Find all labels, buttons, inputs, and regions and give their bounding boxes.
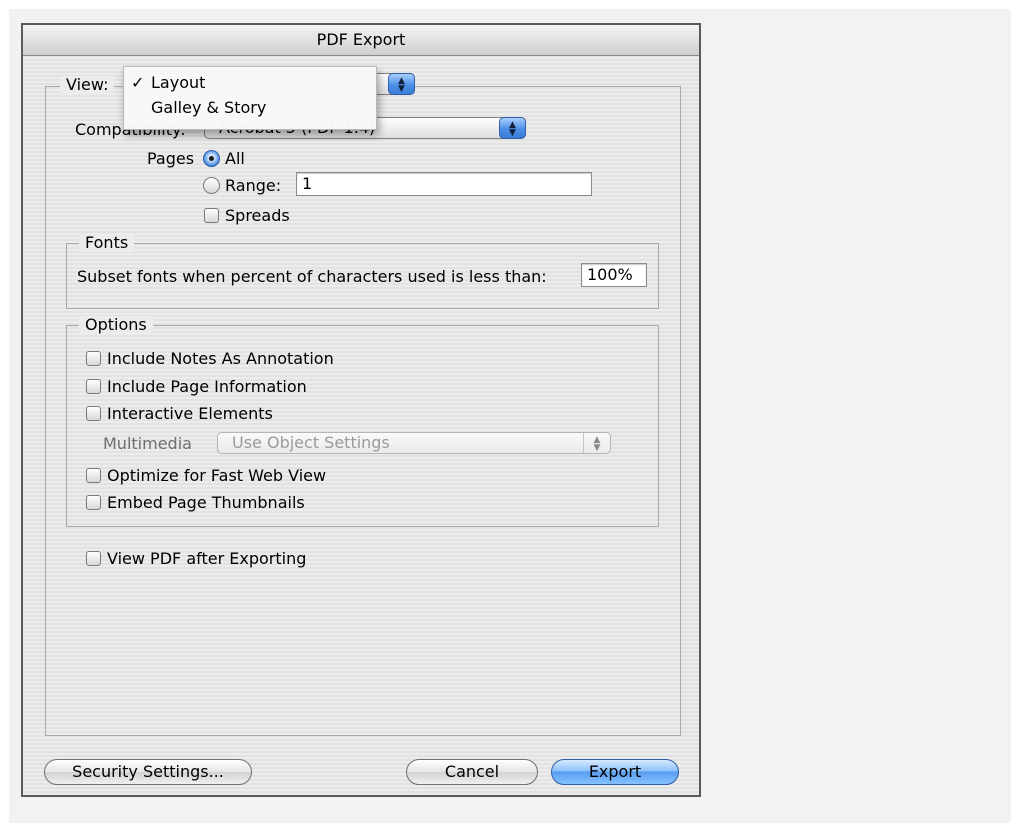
pdf-export-dialog: PDF Export View: ▲▼ Compatibility: Acrob…: [21, 23, 701, 797]
spreads-checkbox[interactable]: [204, 208, 219, 223]
subset-fonts-label: Subset fonts when percent of characters …: [77, 267, 547, 286]
pages-range-input[interactable]: 1: [296, 172, 592, 196]
compatibility-popup-arrows-icon: ▲ ▼: [499, 117, 526, 139]
menu-checkmark-icon: ✓: [131, 73, 145, 92]
pages-label: Pages: [147, 149, 195, 168]
fast-web-view-checkbox[interactable]: [86, 468, 101, 483]
fonts-legend: Fonts: [79, 234, 135, 252]
view-pdf-after-label: View PDF after Exporting: [107, 549, 307, 568]
export-button[interactable]: Export: [551, 759, 679, 785]
include-notes-label: Include Notes As Annotation: [107, 349, 334, 368]
multimedia-popup-arrows-icon: ▲ ▼: [583, 433, 610, 453]
pages-range-label: Range:: [225, 176, 282, 195]
dialog-title: PDF Export: [23, 25, 699, 56]
multimedia-label: Multimedia: [103, 434, 192, 453]
view-label: View:: [60, 76, 115, 94]
pages-all-label: All: [225, 149, 245, 168]
subset-fonts-percent-input[interactable]: 100%: [581, 263, 647, 287]
options-legend: Options: [79, 316, 153, 334]
multimedia-value: Use Object Settings: [232, 433, 390, 452]
include-notes-checkbox[interactable]: [86, 351, 101, 366]
view-pdf-after-checkbox[interactable]: [86, 551, 101, 566]
interactive-elements-checkbox[interactable]: [86, 406, 101, 421]
security-settings-button[interactable]: Security Settings...: [44, 759, 252, 785]
menu-item-galley-story[interactable]: Galley & Story: [151, 98, 266, 117]
embed-thumbnails-checkbox[interactable]: [86, 495, 101, 510]
spreads-label: Spreads: [225, 206, 290, 225]
cancel-button[interactable]: Cancel: [406, 759, 538, 785]
pages-range-radio[interactable]: [203, 177, 220, 194]
include-page-info-label: Include Page Information: [107, 377, 307, 396]
interactive-elements-label: Interactive Elements: [107, 404, 273, 423]
view-dropdown-menu: ✓ Layout Galley & Story: [123, 66, 377, 130]
fast-web-view-label: Optimize for Fast Web View: [107, 466, 327, 485]
embed-thumbnails-label: Embed Page Thumbnails: [107, 493, 305, 512]
multimedia-popup[interactable]: Use Object Settings ▲ ▼: [217, 432, 611, 454]
include-page-info-checkbox[interactable]: [86, 379, 101, 394]
menu-item-layout[interactable]: Layout: [151, 73, 205, 92]
pages-all-radio[interactable]: [203, 150, 220, 167]
view-popup-arrows-icon: ▲ ▼: [388, 73, 415, 95]
